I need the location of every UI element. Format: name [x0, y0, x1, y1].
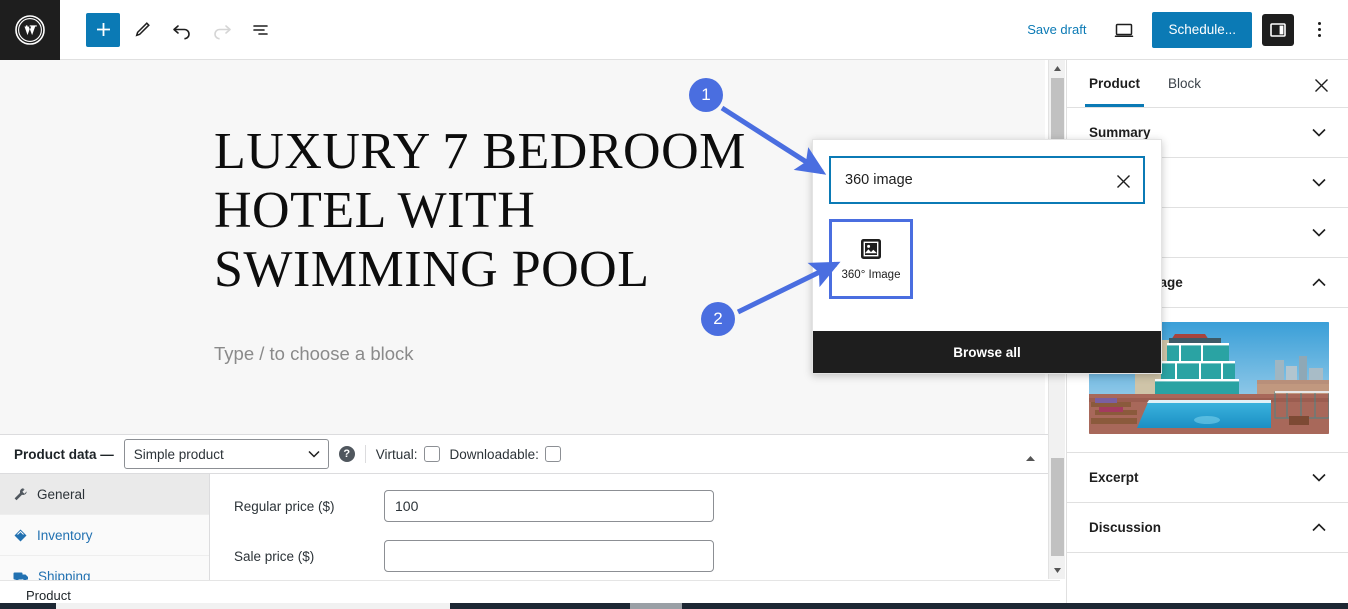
- product-tab-inventory-label: Inventory: [37, 527, 93, 543]
- sale-price-input[interactable]: [384, 540, 714, 572]
- regular-price-input[interactable]: [384, 490, 714, 522]
- virtual-checkbox[interactable]: [423, 446, 440, 462]
- image-block-icon: [861, 238, 881, 259]
- status-bar-label: Product: [26, 587, 71, 603]
- chevron-down-icon: [1312, 178, 1326, 187]
- chevron-down-icon: [1312, 128, 1326, 137]
- editor-top-toolbar: Save draft Schedule...: [0, 0, 1348, 60]
- regular-price-label: Regular price ($): [234, 498, 335, 514]
- chevron-down-icon: [1312, 228, 1326, 237]
- sidebar-panel-discussion[interactable]: Discussion: [1067, 503, 1348, 553]
- product-data-heading: Product data —: [14, 446, 114, 462]
- product-data-header: Product data — Simple product ? Virtual:…: [0, 435, 1048, 473]
- settings-sidebar-toggle-button[interactable]: [1262, 13, 1294, 46]
- redo-button[interactable]: [204, 12, 240, 48]
- taskbar-segment: [682, 603, 1348, 609]
- scrollbar-thumb-lower[interactable]: [1051, 458, 1064, 556]
- sidebar-panel-discussion-label: Discussion: [1089, 520, 1162, 535]
- downloadable-checkbox-label: Downloadable:: [450, 446, 561, 462]
- scroll-up-arrow-icon[interactable]: [1049, 60, 1066, 77]
- list-view-button[interactable]: [244, 12, 280, 48]
- more-options-button[interactable]: [1304, 12, 1334, 48]
- product-data-fields: Regular price ($) Sale price ($) Schedul…: [210, 474, 1048, 582]
- post-title[interactable]: LUXURY 7 BEDROOM HOTEL WITH SWIMMING POO…: [214, 122, 814, 299]
- sale-price-row: Sale price ($): [234, 540, 1048, 572]
- sidebar-panel-excerpt-label: Excerpt: [1089, 470, 1139, 485]
- sidebar-panel-summary-label: Summary: [1089, 125, 1151, 140]
- downloadable-label-text: Downloadable:: [449, 446, 539, 462]
- redo-arrow-icon: [214, 24, 231, 39]
- close-x-icon: [1314, 78, 1328, 92]
- 360-image-block-label: 360° Image: [841, 268, 901, 281]
- undo-button[interactable]: [164, 12, 200, 48]
- chevron-up-icon: [1026, 456, 1035, 461]
- product-type-select[interactable]: Simple product: [123, 439, 329, 469]
- close-x-icon: [1116, 174, 1130, 188]
- annotation-marker-1: 1: [689, 78, 723, 112]
- taskbar-segment: [0, 603, 56, 609]
- help-question-icon[interactable]: ?: [338, 446, 355, 462]
- product-data-body: General Inventory Shipping Regular price…: [0, 473, 1048, 582]
- wordpress-logo-icon[interactable]: [0, 0, 60, 60]
- os-taskbar: [0, 603, 1348, 609]
- tab-block[interactable]: Block: [1154, 61, 1215, 107]
- sidebar-panel-excerpt[interactable]: Excerpt: [1067, 453, 1348, 503]
- annotation-marker-2: 2: [701, 302, 735, 336]
- virtual-checkbox-label: Virtual:: [376, 446, 440, 462]
- add-block-button[interactable]: [86, 12, 120, 47]
- taskbar-segment: [450, 603, 630, 609]
- save-draft-button[interactable]: Save draft: [1017, 16, 1096, 43]
- virtual-label-text: Virtual:: [375, 446, 418, 462]
- wrench-icon: [14, 487, 27, 500]
- toolbar-left-group: [60, 12, 280, 48]
- clear-search-button[interactable]: [1109, 167, 1137, 195]
- sidebar-panel-icon: [1270, 22, 1286, 37]
- pencil-icon: [135, 21, 150, 36]
- toolbar-right-group: Save draft Schedule...: [1017, 11, 1348, 48]
- taskbar-segment: [56, 603, 450, 609]
- scroll-down-arrow-icon[interactable]: [1049, 562, 1066, 579]
- monitor-preview-icon: [1115, 23, 1134, 37]
- inserter-results-list: 360° Image: [813, 204, 1161, 299]
- product-tab-shipping[interactable]: Shipping: [0, 556, 209, 582]
- product-tab-general[interactable]: General: [0, 474, 209, 515]
- three-dots-vertical-icon: [1317, 22, 1321, 25]
- product-type-select-wrapper: Simple product: [123, 439, 329, 469]
- chevron-up-icon: [1312, 278, 1326, 287]
- divider: [364, 445, 366, 463]
- tag-icon: [14, 529, 27, 541]
- undo-arrow-icon: [173, 24, 190, 39]
- wordpress-block-editor: Save draft Schedule... LUXURY 7 BEDROOM …: [0, 0, 1348, 609]
- sidebar-tablist: Product Block: [1067, 60, 1348, 108]
- taskbar-segment: [630, 603, 682, 609]
- schedule-button[interactable]: Schedule...: [1152, 11, 1252, 48]
- tab-product[interactable]: Product: [1075, 61, 1154, 107]
- chevron-down-icon: [1312, 473, 1326, 482]
- empty-block-placeholder[interactable]: Type / to choose a block: [214, 343, 414, 365]
- close-sidebar-button[interactable]: [1308, 72, 1334, 98]
- plus-icon: [96, 23, 110, 36]
- search-input[interactable]: [831, 158, 1143, 202]
- block-inserter-popover: 360° Image Browse all: [812, 139, 1162, 374]
- inserter-search-field[interactable]: [829, 156, 1145, 204]
- browse-all-button[interactable]: Browse all: [813, 331, 1161, 373]
- inserter-search-wrapper: [813, 140, 1161, 204]
- product-data-tabs: General Inventory Shipping: [0, 474, 210, 582]
- 360-image-block-result[interactable]: 360° Image: [829, 219, 913, 299]
- product-data-metabox: Product data — Simple product ? Virtual:…: [0, 434, 1048, 582]
- list-view-icon: [253, 24, 268, 35]
- preview-button[interactable]: [1106, 12, 1142, 48]
- edit-tool-button[interactable]: [124, 12, 160, 48]
- regular-price-row: Regular price ($): [234, 490, 1048, 522]
- sale-price-label: Sale price ($): [234, 548, 315, 564]
- product-tab-general-label: General: [37, 486, 86, 502]
- product-data-collapse-toggle[interactable]: [1025, 449, 1036, 467]
- chevron-up-icon: [1312, 523, 1326, 532]
- downloadable-checkbox[interactable]: [544, 446, 561, 462]
- product-tab-inventory[interactable]: Inventory: [0, 515, 209, 556]
